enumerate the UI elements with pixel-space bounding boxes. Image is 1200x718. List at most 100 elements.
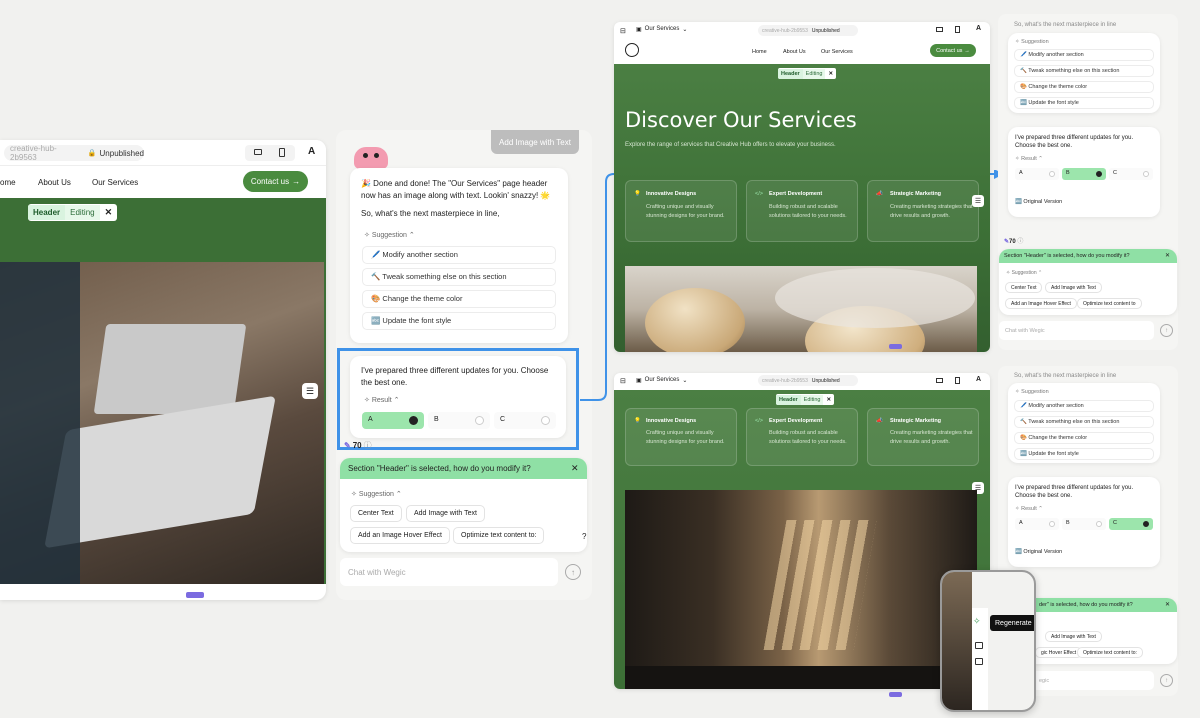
- suggestion-item[interactable]: 🖊️ Modify another section: [362, 246, 556, 264]
- pages-icon[interactable]: ⊟: [620, 27, 626, 35]
- nav-home[interactable]: Home: [752, 49, 767, 55]
- header-tag[interactable]: Header Editing ✕: [778, 68, 837, 79]
- option-a[interactable]: A: [1015, 168, 1059, 180]
- suggestion-item[interactable]: 🔤 Update the font style: [1014, 448, 1154, 460]
- bottom-handle[interactable]: [889, 344, 902, 349]
- image-icon[interactable]: [975, 642, 983, 649]
- service-card[interactable]: </> Expert Development Building robust a…: [746, 180, 858, 242]
- option-c[interactable]: C: [1109, 518, 1153, 530]
- option-c[interactable]: C: [1109, 168, 1153, 180]
- nav-about[interactable]: About Us: [783, 49, 806, 55]
- info-icon[interactable]: ⓘ: [1017, 239, 1023, 245]
- bottom-handle[interactable]: [889, 692, 902, 697]
- quick-chip[interactable]: Optimize text content to:: [1077, 647, 1143, 658]
- option-a[interactable]: A: [362, 412, 424, 429]
- suggestion-header[interactable]: ✧ Suggestion ⌃: [364, 231, 415, 242]
- add-image-text-button[interactable]: Add Image with Text: [491, 130, 579, 154]
- nav-home[interactable]: ome: [0, 178, 16, 187]
- section-menu-button[interactable]: ☰: [302, 383, 318, 399]
- option-b[interactable]: B: [428, 412, 490, 429]
- page-selector[interactable]: ▣ Our Services ⌄: [636, 377, 687, 384]
- chat-input[interactable]: Chat with Wegic: [999, 321, 1154, 340]
- send-button[interactable]: ↑: [1160, 674, 1173, 687]
- header-tag[interactable]: Header Editing ✕: [776, 394, 835, 405]
- mobile-icon[interactable]: [955, 26, 960, 33]
- close-icon[interactable]: ✕: [571, 463, 579, 474]
- font-style-icon[interactable]: A: [976, 376, 981, 383]
- suggestion-item[interactable]: 🖊️ Modify another section: [1014, 400, 1154, 412]
- nav-services[interactable]: Our Services: [821, 49, 853, 55]
- suggestion-label: Suggestion: [1021, 389, 1049, 395]
- option-c[interactable]: C: [494, 412, 556, 429]
- close-icon[interactable]: ✕: [825, 71, 836, 77]
- site-logo[interactable]: [625, 43, 639, 57]
- send-button[interactable]: ↑: [565, 564, 581, 580]
- send-button[interactable]: ↑: [1160, 324, 1173, 337]
- quick-hover-effect[interactable]: Add an Image Hover Effect: [350, 527, 450, 544]
- original-version[interactable]: 🔤 Original Version: [1015, 199, 1062, 207]
- close-icon[interactable]: ✕: [823, 397, 834, 403]
- suggestion-item[interactable]: 🔨 Tweak something else on this section: [1014, 416, 1154, 428]
- result-header[interactable]: ✧ Result ⌃: [1015, 506, 1043, 514]
- option-a[interactable]: A: [1015, 518, 1059, 530]
- suggestion-header[interactable]: ✧ Suggestion: [1015, 39, 1049, 45]
- close-icon[interactable]: ✕: [100, 207, 118, 218]
- close-icon[interactable]: ✕: [1165, 252, 1170, 259]
- contact-button[interactable]: Contact us →: [243, 171, 308, 192]
- suggestion-item[interactable]: 🎨 Change the theme color: [362, 290, 556, 308]
- section-menu-button[interactable]: ☰: [972, 195, 984, 207]
- font-style-icon[interactable]: A: [976, 25, 981, 32]
- quick-optimize-text[interactable]: Optimize text content to:: [453, 527, 545, 544]
- option-b[interactable]: B: [1062, 168, 1106, 180]
- page-selector[interactable]: ▣ Our Services ⌄: [636, 26, 687, 33]
- service-card[interactable]: 📣 Strategic Marketing Creating marketing…: [867, 408, 979, 466]
- quick-add-image-text[interactable]: Add Image with Text: [406, 505, 485, 522]
- help-button[interactable]: ?: [582, 532, 586, 541]
- quick-chip[interactable]: Add an Image Hover Effect: [1005, 298, 1077, 309]
- desktop-icon[interactable]: [254, 149, 262, 155]
- suggestion-item[interactable]: 🖊️ Modify another section: [1014, 49, 1154, 61]
- option-b[interactable]: B: [1062, 518, 1106, 530]
- service-card[interactable]: 💡 Innovative Designs Crafting unique and…: [625, 408, 737, 466]
- suggestion-item[interactable]: 🔤 Update the font style: [362, 312, 556, 330]
- suggestion-item[interactable]: 🎨 Change the theme color: [1014, 432, 1154, 444]
- suggestion-header[interactable]: ✧ Suggestion ⌃: [351, 490, 402, 498]
- suggestion-item[interactable]: 🔨 Tweak something else on this section: [1014, 65, 1154, 77]
- folder-icon[interactable]: [975, 658, 983, 665]
- header-tag[interactable]: Header Editing ✕: [28, 204, 118, 221]
- suggestion-item[interactable]: 🔤 Update the font style: [1014, 97, 1154, 109]
- result-header[interactable]: ✧ Result ⌃: [1015, 156, 1043, 164]
- contact-button[interactable]: Contact us →: [930, 44, 976, 57]
- bottom-handle[interactable]: [186, 592, 204, 598]
- mobile-icon[interactable]: [955, 377, 960, 384]
- desktop-icon[interactable]: [936, 27, 943, 32]
- service-card[interactable]: </> Expert Development Building robust a…: [746, 408, 858, 466]
- service-card[interactable]: 📣 Strategic Marketing Creating marketing…: [867, 180, 979, 242]
- quick-chip[interactable]: Add Image with Text: [1045, 282, 1102, 293]
- left-url-bar[interactable]: creative-hub-2b9563 🔒 Unpublished: [4, 144, 144, 162]
- chat-input[interactable]: Chat with Wegic: [340, 558, 558, 586]
- quick-chip[interactable]: Center Text: [1005, 282, 1043, 293]
- desktop-icon[interactable]: [936, 378, 943, 383]
- rt-url-bar[interactable]: creative-hub-2b9553 Unpublished: [758, 25, 858, 36]
- suggestion-item[interactable]: 🔨 Tweak something else on this section: [362, 268, 556, 286]
- quick-chip[interactable]: Optimize text content to: [1077, 298, 1142, 309]
- quick-center-text[interactable]: Center Text: [350, 505, 402, 522]
- info-icon[interactable]: ⓘ: [364, 440, 372, 451]
- font-style-icon[interactable]: A: [308, 146, 315, 157]
- suggestion-header[interactable]: ✧ Suggestion: [1015, 389, 1049, 395]
- rb-url-bar[interactable]: creative-hub-2b9553 Unpublished: [758, 375, 858, 386]
- regenerate-icon[interactable]: ✧: [973, 616, 981, 627]
- suggestion-item[interactable]: 🎨 Change the theme color: [1014, 81, 1154, 93]
- pages-icon[interactable]: ⊟: [620, 377, 626, 385]
- nav-services[interactable]: Our Services: [92, 178, 138, 187]
- original-version[interactable]: 🔤 Original Version: [1015, 549, 1062, 557]
- result-header[interactable]: ✧ Result ⌃: [364, 396, 400, 406]
- nav-about[interactable]: About Us: [38, 178, 71, 187]
- quick-chip[interactable]: gic Hover Effect: [1035, 647, 1083, 658]
- close-icon[interactable]: ✕: [1165, 601, 1170, 608]
- mobile-icon[interactable]: [279, 148, 285, 157]
- quick-chip[interactable]: Add Image with Text: [1045, 631, 1102, 642]
- service-card[interactable]: 💡 Innovative Designs Crafting unique and…: [625, 180, 737, 242]
- suggestion-header[interactable]: ✧ Suggestion ⌃: [1006, 270, 1042, 276]
